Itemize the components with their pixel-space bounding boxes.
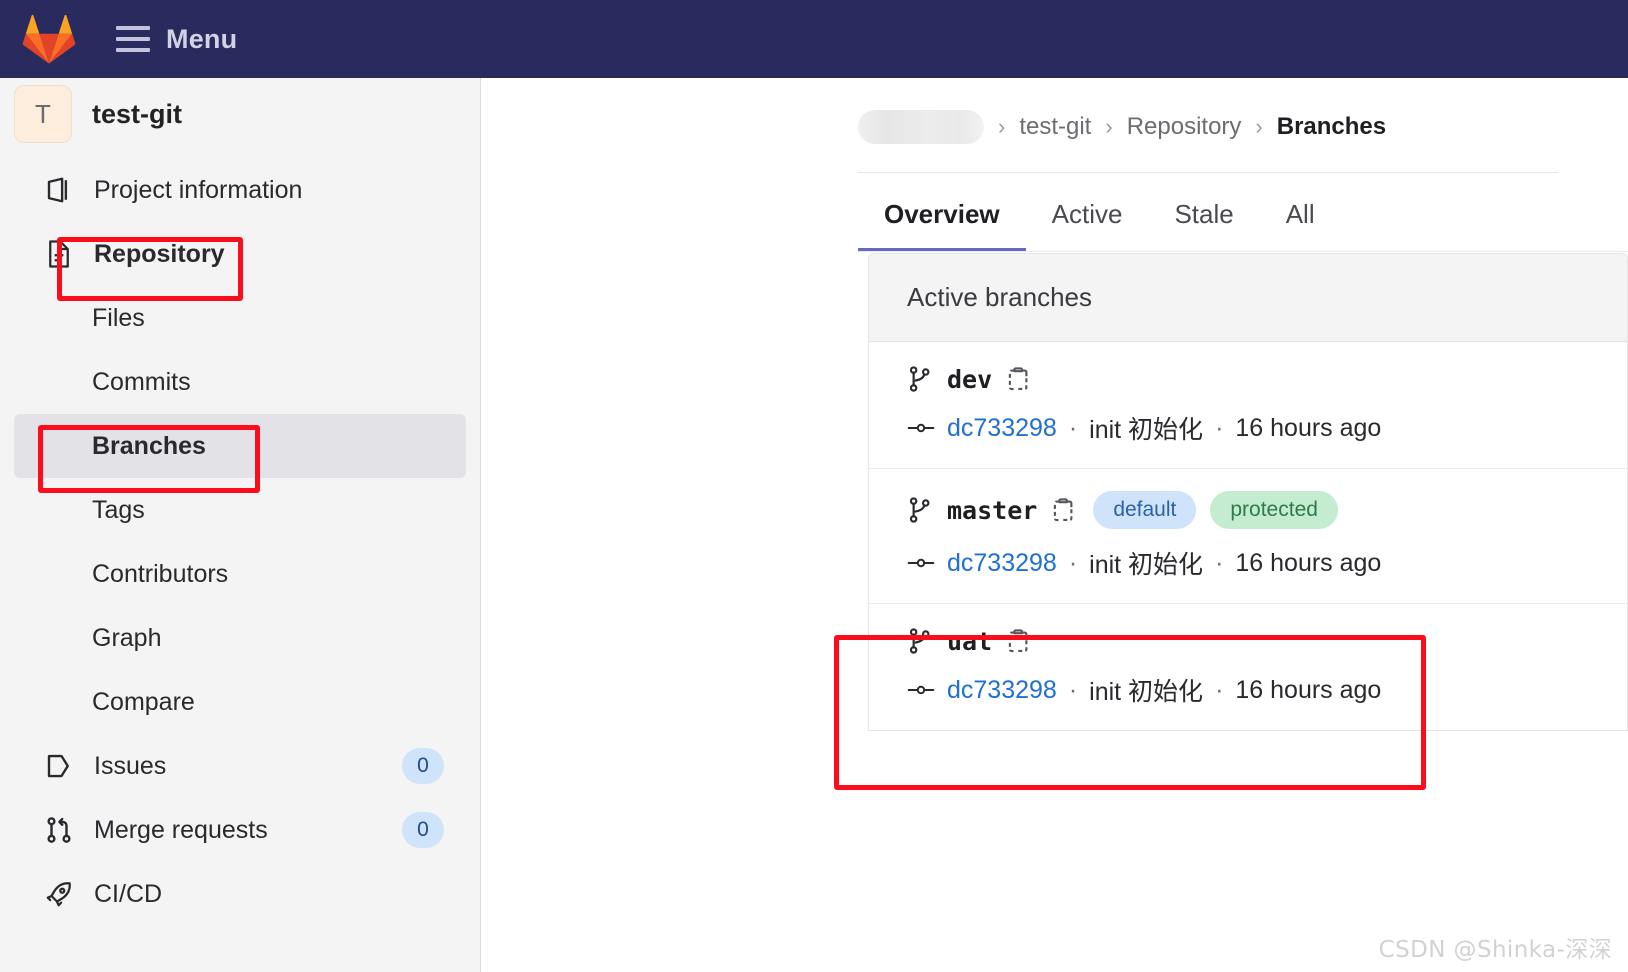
app-root: Menu T test-git Project information Repo… (0, 0, 1628, 972)
tab-stale[interactable]: Stale (1148, 189, 1259, 252)
commit-message: init 初始化 (1089, 551, 1204, 579)
sidebar-item-branches[interactable]: Branches (14, 414, 466, 478)
sidebar-item-label: Merge requests (94, 815, 268, 844)
branch-header: master default protected (907, 491, 1627, 529)
branch-row[interactable]: uat dc733298 · init 初始化 · 16 hours ago (869, 604, 1627, 730)
tabs-divider (858, 251, 1628, 252)
branch-tabs: Overview Active Stale All (482, 189, 1628, 252)
sidebar-item-label: Project information (94, 175, 303, 204)
menu-button[interactable]: Menu (110, 20, 243, 59)
branch-icon (909, 366, 930, 392)
branch-name[interactable]: uat (947, 627, 992, 656)
sidebar-item-label: Compare (92, 687, 195, 716)
commit-message: init 初始化 (1089, 416, 1204, 444)
separator-dot: · (1215, 413, 1224, 442)
commit-timestamp: 16 hours ago (1235, 413, 1382, 442)
project-info-icon (42, 173, 76, 207)
sidebar-item-label: Contributors (92, 559, 229, 588)
menu-button-label: Menu (166, 23, 238, 54)
sidebar-item-label: Graph (92, 623, 162, 652)
branch-commit-info: dc733298 · init 初始化 · 16 hours ago (907, 672, 1627, 708)
sidebar-item-contributors[interactable]: Contributors (14, 542, 466, 606)
branch-commit-info: dc733298 · init 初始化 · 16 hours ago (907, 410, 1627, 446)
separator-dot: · (1215, 548, 1224, 577)
active-branches-panel: Active branches dev dc733298 · init 初始化 … (868, 253, 1628, 731)
sidebar-item-label: Tags (92, 495, 145, 524)
separator-dot: · (1215, 675, 1224, 704)
sidebar-item-issues[interactable]: Issues 0 (14, 734, 466, 798)
top-navigation-bar: Menu (0, 0, 1628, 78)
breadcrumb-item-branches: Branches (1276, 113, 1387, 140)
sidebar-item-label: Repository (94, 239, 225, 268)
branch-icon (909, 628, 930, 654)
watermark: CSDN @Shinka-深深 (1378, 937, 1612, 963)
sidebar-item-label: Branches (92, 431, 206, 460)
rocket-icon (42, 877, 76, 911)
breadcrumb-separator: › (998, 114, 1006, 139)
sidebar-item-merge-requests[interactable]: Merge requests 0 (14, 798, 466, 862)
branch-header: dev (907, 364, 1627, 394)
commit-sha-link[interactable]: dc733298 (947, 414, 1057, 443)
tab-active[interactable]: Active (1026, 189, 1149, 252)
panel-title: Active branches (869, 254, 1627, 342)
sidebar-item-project-information[interactable]: Project information (14, 158, 466, 222)
breadcrumb-separator: › (1255, 114, 1263, 139)
breadcrumb: › test-git › Repository › Branches (482, 78, 1628, 144)
breadcrumb-item-repository[interactable]: Repository (1127, 113, 1242, 141)
sidebar-item-repository[interactable]: Repository (14, 222, 466, 286)
breadcrumb-item-project[interactable]: test-git (1019, 113, 1091, 141)
separator-dot: · (1068, 413, 1078, 442)
repository-file-icon (42, 237, 76, 271)
avatar: T (14, 85, 72, 143)
breadcrumb-separator: › (1105, 114, 1113, 139)
branch-header: uat (907, 626, 1627, 656)
sidebar-item-graph[interactable]: Graph (14, 606, 466, 670)
copy-to-clipboard-icon[interactable] (1051, 495, 1079, 525)
commit-message: init 初始化 (1089, 678, 1204, 706)
status-badge-protected: protected (1210, 491, 1338, 529)
project-name: test-git (92, 98, 182, 129)
sidebar-nav: Project information Repository Files Com… (0, 158, 480, 926)
branch-name[interactable]: dev (947, 365, 992, 394)
merge-requests-count-badge: 0 (402, 812, 444, 848)
breadcrumb-divider (858, 172, 1558, 173)
separator-dot: · (1068, 675, 1078, 704)
merge-request-icon (42, 813, 76, 847)
main-content: › test-git › Repository › Branches Overv… (482, 78, 1628, 972)
copy-to-clipboard-icon[interactable] (1006, 626, 1034, 656)
commit-timestamp: 16 hours ago (1235, 548, 1382, 577)
commit-node-icon (907, 685, 935, 695)
sidebar-item-commits[interactable]: Commits (14, 350, 466, 414)
sidebar-item-compare[interactable]: Compare (14, 670, 466, 734)
commit-timestamp: 16 hours ago (1235, 675, 1382, 704)
project-header[interactable]: T test-git (0, 78, 480, 150)
breadcrumb-item-redacted[interactable] (858, 110, 984, 144)
tab-overview[interactable]: Overview (858, 189, 1026, 252)
copy-to-clipboard-icon[interactable] (1006, 364, 1034, 394)
commit-node-icon (907, 558, 935, 568)
tab-all[interactable]: All (1260, 189, 1341, 252)
commit-sha-link[interactable]: dc733298 (947, 676, 1057, 705)
sidebar-item-label: CI/CD (94, 879, 163, 908)
status-badge-default: default (1093, 491, 1197, 529)
sidebar-item-files[interactable]: Files (14, 286, 466, 350)
commit-node-icon (907, 423, 935, 433)
gitlab-fox-logo[interactable] (22, 13, 76, 65)
branch-commit-info: dc733298 · init 初始化 · 16 hours ago (907, 545, 1627, 581)
branch-name[interactable]: master (947, 496, 1037, 525)
sidebar-item-cicd[interactable]: CI/CD (14, 862, 466, 926)
sidebar-item-label: Issues (94, 751, 167, 780)
project-sidebar: T test-git Project information Repositor… (0, 78, 481, 972)
hamburger-menu-icon (116, 26, 150, 52)
sidebar-item-label: Commits (92, 367, 191, 396)
issues-icon (42, 749, 76, 783)
commit-sha-link[interactable]: dc733298 (947, 549, 1057, 578)
sidebar-item-label: Files (92, 303, 145, 332)
issues-count-badge: 0 (402, 748, 444, 784)
branch-row[interactable]: master default protected dc733298 · init… (869, 469, 1627, 604)
sidebar-item-tags[interactable]: Tags (14, 478, 466, 542)
branch-row[interactable]: dev dc733298 · init 初始化 · 16 hours ago (869, 342, 1627, 469)
branch-icon (909, 497, 930, 523)
separator-dot: · (1068, 548, 1078, 577)
